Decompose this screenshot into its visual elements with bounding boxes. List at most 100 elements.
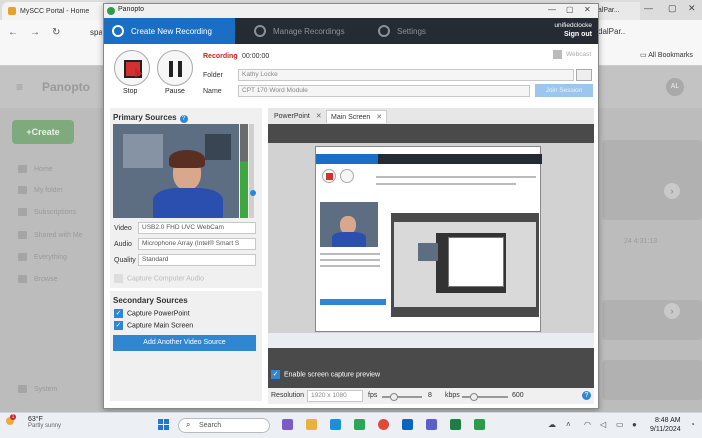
dialog-title: Panopto — [118, 6, 145, 13]
sidebar-item-shared[interactable]: Shared with Me — [18, 231, 83, 239]
video-label: Video — [114, 225, 132, 232]
nested-field — [320, 253, 380, 255]
tab-settings[interactable]: Settings — [370, 18, 440, 44]
recording-time: 00:00:00 — [242, 53, 270, 60]
capture-main-screen-checkbox[interactable]: ✓ Capture Main Screen — [114, 321, 193, 330]
webcast-checkbox[interactable]: Webcast — [553, 50, 591, 59]
nested-recorder-window — [315, 146, 542, 332]
capture-powerpoint-checkbox[interactable]: ✓ Capture PowerPoint — [114, 309, 190, 318]
preview-tab-powerpoint[interactable]: PowerPoint ✕ — [270, 110, 326, 122]
fps-slider-knob[interactable] — [390, 393, 398, 401]
audio-level-knob[interactable] — [250, 190, 256, 196]
sidebar-item-everything[interactable]: Everything — [18, 253, 67, 261]
background-date: 24 4:31:13 — [624, 238, 658, 245]
folder-field[interactable]: Kathy Locke — [238, 69, 574, 81]
pause-button[interactable] — [157, 50, 193, 86]
chevron-right-icon[interactable]: › — [664, 303, 680, 319]
copilot-icon[interactable] — [282, 419, 293, 430]
teams-icon[interactable] — [426, 419, 437, 430]
nested-stop-icon — [326, 173, 333, 180]
name-field[interactable]: CPT 170 Word Module — [238, 85, 530, 97]
reload-icon[interactable]: ↻ — [52, 27, 60, 38]
panopto-taskbar-icon[interactable] — [474, 419, 485, 430]
outlook-icon[interactable] — [402, 419, 413, 430]
folder-browse-button[interactable] — [576, 69, 592, 81]
checkmark-icon: ✓ — [114, 321, 123, 330]
fps-slider[interactable] — [382, 396, 422, 398]
wall-picture — [123, 134, 163, 168]
window-close-icon[interactable]: ✕ — [688, 3, 696, 14]
speaker-icon[interactable]: ◁ — [600, 420, 606, 429]
address-bar[interactable]: spart — [90, 24, 102, 42]
preview-tab-main-screen[interactable]: Main Screen ✕ — [326, 110, 388, 123]
weather-widget[interactable]: 63°F Partly sunny — [28, 416, 61, 429]
tab-label: Create New Recording — [131, 26, 212, 36]
fps-label: fps — [368, 392, 378, 399]
maximize-icon[interactable]: ▢ — [668, 3, 677, 14]
file-explorer-icon[interactable] — [306, 419, 317, 430]
close-icon[interactable]: ✕ — [316, 113, 322, 120]
join-session-button[interactable]: Join Session — [535, 84, 593, 97]
minimize-icon[interactable]: — — [548, 5, 556, 14]
notifications-bell-icon[interactable]: ◔ — [690, 420, 695, 429]
sidebar-item-my-folder[interactable]: My folder — [18, 186, 63, 194]
help-icon[interactable]: ? — [179, 115, 188, 123]
site-favicon-icon — [8, 7, 16, 15]
maximize-icon[interactable]: ▢ — [566, 5, 574, 14]
quality-select[interactable]: Standard — [138, 254, 256, 266]
kbps-slider-knob[interactable] — [470, 393, 478, 401]
chevron-right-icon[interactable]: › — [664, 183, 680, 199]
chrome-icon[interactable] — [378, 419, 389, 430]
tab-manage-recordings[interactable]: Manage Recordings — [246, 18, 364, 44]
help-icon[interactable]: ? — [582, 391, 591, 400]
windows-start-icon[interactable] — [158, 419, 169, 430]
start-tile — [164, 425, 169, 430]
pause-icon-bar — [178, 61, 182, 77]
add-video-source-button[interactable]: Add Another Video Source — [113, 335, 256, 351]
excel-icon[interactable] — [450, 419, 461, 430]
hamburger-icon[interactable]: ≡ — [16, 80, 23, 94]
avatar[interactable]: AL — [666, 78, 684, 96]
audio-level-slider[interactable] — [249, 124, 254, 218]
window-close-icon[interactable]: ✕ — [584, 5, 591, 14]
edge-icon[interactable] — [330, 419, 341, 430]
taskbar-search[interactable]: ⌕ Search — [178, 418, 270, 433]
wifi-icon[interactable]: ◠ — [584, 420, 591, 429]
checkbox-icon — [553, 50, 562, 59]
checkbox-label: Capture Computer Audio — [127, 275, 205, 283]
nested-active-tab — [316, 154, 378, 164]
forward-icon[interactable]: → — [30, 27, 40, 38]
pause-icon — [169, 61, 173, 77]
sidebar-label: Everything — [34, 253, 68, 261]
minimize-icon[interactable]: — — [644, 3, 653, 13]
video-source-select[interactable]: USB2.0 FHD UVC WebCam — [138, 222, 256, 234]
resolution-field[interactable]: 1920 x 1080 — [307, 390, 363, 402]
folder-label: Folder — [203, 72, 223, 79]
tab-create-new-recording[interactable]: Create New Recording — [104, 18, 235, 44]
nested-webcam — [320, 202, 378, 247]
user-info: unifiedclocke Sign out — [554, 21, 592, 39]
enable-preview-checkbox[interactable]: ✓ Enable screen capture preview — [271, 370, 380, 379]
sidebar-item-system[interactable]: System — [18, 385, 57, 393]
record-indicator-icon[interactable]: ● — [632, 420, 637, 429]
browser-tab-active[interactable]: MySCC Portal - Home — [2, 2, 110, 20]
audio-source-select[interactable]: Microphone Array (Intel® Smart S — [138, 238, 256, 250]
store-icon[interactable] — [354, 419, 365, 430]
nested-pause-button — [340, 169, 354, 183]
cloud-icon[interactable]: ☁ — [548, 420, 556, 429]
kbps-slider[interactable] — [462, 396, 508, 398]
all-bookmarks[interactable]: ▭ All Bookmarks — [640, 51, 693, 59]
sidebar-item-home[interactable]: Home — [18, 165, 53, 173]
back-icon[interactable]: ← — [8, 27, 18, 38]
sidebar-item-subscriptions[interactable]: Subscriptions — [18, 208, 76, 216]
create-button[interactable]: + Create — [12, 120, 74, 144]
battery-icon[interactable]: ▭ — [616, 420, 624, 429]
webcast-label: Webcast — [566, 51, 592, 59]
sidebar-item-browse[interactable]: Browse — [18, 275, 57, 283]
chevron-up-icon[interactable]: ˄ — [566, 420, 571, 429]
sign-out-link[interactable]: Sign out — [564, 31, 592, 38]
gear-icon — [18, 385, 27, 393]
close-icon[interactable]: ✕ — [376, 114, 382, 121]
capture-computer-audio-checkbox[interactable]: Capture Computer Audio — [114, 274, 204, 283]
taskbar-clock[interactable]: 8:48 AM 9/11/2024 — [650, 416, 681, 434]
